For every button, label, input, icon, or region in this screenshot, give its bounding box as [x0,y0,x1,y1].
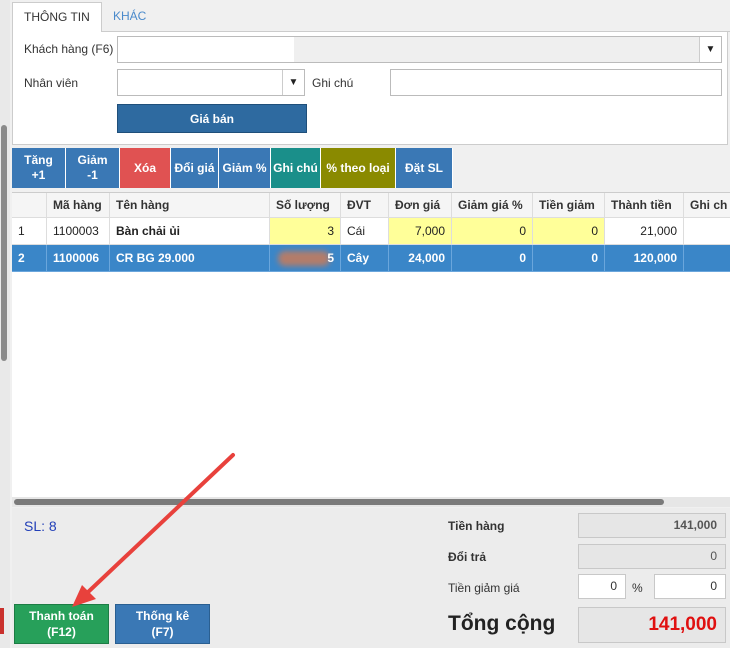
sale-price-button[interactable]: Giá bán [117,104,307,133]
row-unit: Cái [341,218,389,245]
discount-amount-input[interactable]: 0 [654,574,726,599]
col-header-code[interactable]: Mã hàng [47,193,110,218]
row-total: 21,000 [605,218,684,245]
row-code: 1100006 [47,245,110,272]
pay-button[interactable]: Thanh toán (F12) [14,604,109,644]
row-total: 120,000 [605,245,684,272]
decrease-value: -1 [87,168,98,182]
col-header-price[interactable]: Đơn giá [389,193,452,218]
col-header-unit[interactable]: ĐVT [341,193,389,218]
row-price-cell[interactable]: 24,000 [389,245,452,272]
redacted-overlay [278,251,330,266]
discount-percent-input[interactable]: 0 [578,574,626,599]
return-label: Đổi trả [448,550,487,564]
table-row[interactable]: 1 1100003 Bàn chải ủi 3 Cái 7,000 0 0 21… [12,218,730,245]
line-note-button[interactable]: Ghi chú [271,148,321,188]
col-header-disc-amt[interactable]: Tiền giảm [533,193,605,218]
row-name: CR BG 29.000 [110,245,270,272]
table-row-selected[interactable]: 2 1100006 CR BG 29.000 5 Cây 24,000 0 0 … [12,245,730,272]
percent-by-type-button[interactable]: % theo loại [321,148,396,188]
discount-label: Tiền giảm giá [448,581,520,595]
row-name: Bàn chải ủi [110,218,270,245]
row-disc-amt-cell[interactable]: 0 [533,218,605,245]
row-qty-cell[interactable]: 3 [270,218,341,245]
col-header-note[interactable]: Ghi ch [684,193,730,218]
pay-label: Thanh toán [29,609,94,623]
return-value: 0 [578,544,726,569]
row-disc-amt-cell[interactable]: 0 [533,245,605,272]
row-qty-cell[interactable]: 5 [270,245,341,272]
tab-other[interactable]: KHÁC [102,2,157,33]
row-qty-value: 5 [327,251,334,265]
increase-qty-button[interactable]: Tăng +1 [12,148,66,188]
stats-shortcut: (F7) [151,625,174,639]
set-qty-button[interactable]: Đặt SL [396,148,453,188]
order-summary: SL: 8 Tiền hàng 141,000 Đổi trả 0 Tiền g… [12,508,730,648]
left-scrollbar[interactable] [1,125,7,361]
discount-percent-button[interactable]: Giảm % [219,148,271,188]
scrollbar-thumb[interactable] [14,499,664,505]
chevron-down-icon[interactable]: ▼ [699,37,721,62]
goods-amount-label: Tiền hàng [448,519,505,533]
row-no: 1 [12,218,47,245]
note-input[interactable] [390,69,722,96]
note-label: Ghi chú [312,76,354,90]
grid-header: Mã hàng Tên hàng Số lượng ĐVT Đơn giá Gi… [12,193,730,220]
col-header-disc-pct[interactable]: Giảm giá % [452,193,533,218]
employee-combo[interactable]: ▼ [117,69,305,96]
col-header-qty[interactable]: Số lượng [270,193,341,218]
col-header-name[interactable]: Tên hàng [110,193,270,218]
decrease-label: Giảm [77,153,108,167]
decrease-qty-button[interactable]: Giảm -1 [66,148,120,188]
pay-shortcut: (F12) [47,625,76,639]
percent-sign: % [632,581,643,595]
increase-label: Tăng [24,153,53,167]
row-disc-pct-cell[interactable]: 0 [452,218,533,245]
row-price-cell[interactable]: 7,000 [389,218,452,245]
total-quantity: SL: 8 [24,518,57,534]
tab-bar: THÔNG TIN KHÁC [12,0,730,33]
order-info-form: Khách hàng (F6) ▼ Nhân viên ▼ Ghi chú Gi… [12,32,728,145]
left-red-marker [0,608,4,634]
pos-screen: THÔNG TIN KHÁC Khách hàng (F6) ▼ Nhân vi… [0,0,730,648]
row-code: 1100003 [47,218,110,245]
customer-combo[interactable]: ▼ [117,36,722,63]
customer-combo-fill [294,37,699,62]
employee-label: Nhân viên [24,76,79,90]
change-price-button[interactable]: Đổi giá [171,148,219,188]
chevron-down-icon[interactable]: ▼ [282,70,304,95]
grand-total-label: Tổng cộng [448,612,556,635]
grand-total-value: 141,000 [578,607,726,643]
col-header-no [12,193,47,218]
goods-amount-value: 141,000 [578,513,726,538]
grid-horizontal-scrollbar[interactable] [12,497,730,507]
col-header-total[interactable]: Thành tiền [605,193,684,218]
order-lines-grid: Mã hàng Tên hàng Số lượng ĐVT Đơn giá Gi… [12,192,730,506]
delete-line-button[interactable]: Xóa [120,148,171,188]
row-unit: Cây [341,245,389,272]
tab-info[interactable]: THÔNG TIN [12,2,102,33]
stats-button[interactable]: Thống kê (F7) [115,604,210,644]
stats-label: Thống kê [135,609,190,623]
row-note-cell[interactable] [684,218,730,245]
customer-label: Khách hàng (F6) [24,42,114,56]
increase-value: +1 [31,168,46,182]
row-disc-pct-cell[interactable]: 0 [452,245,533,272]
row-no: 2 [12,245,47,272]
row-note-cell[interactable] [684,245,730,272]
